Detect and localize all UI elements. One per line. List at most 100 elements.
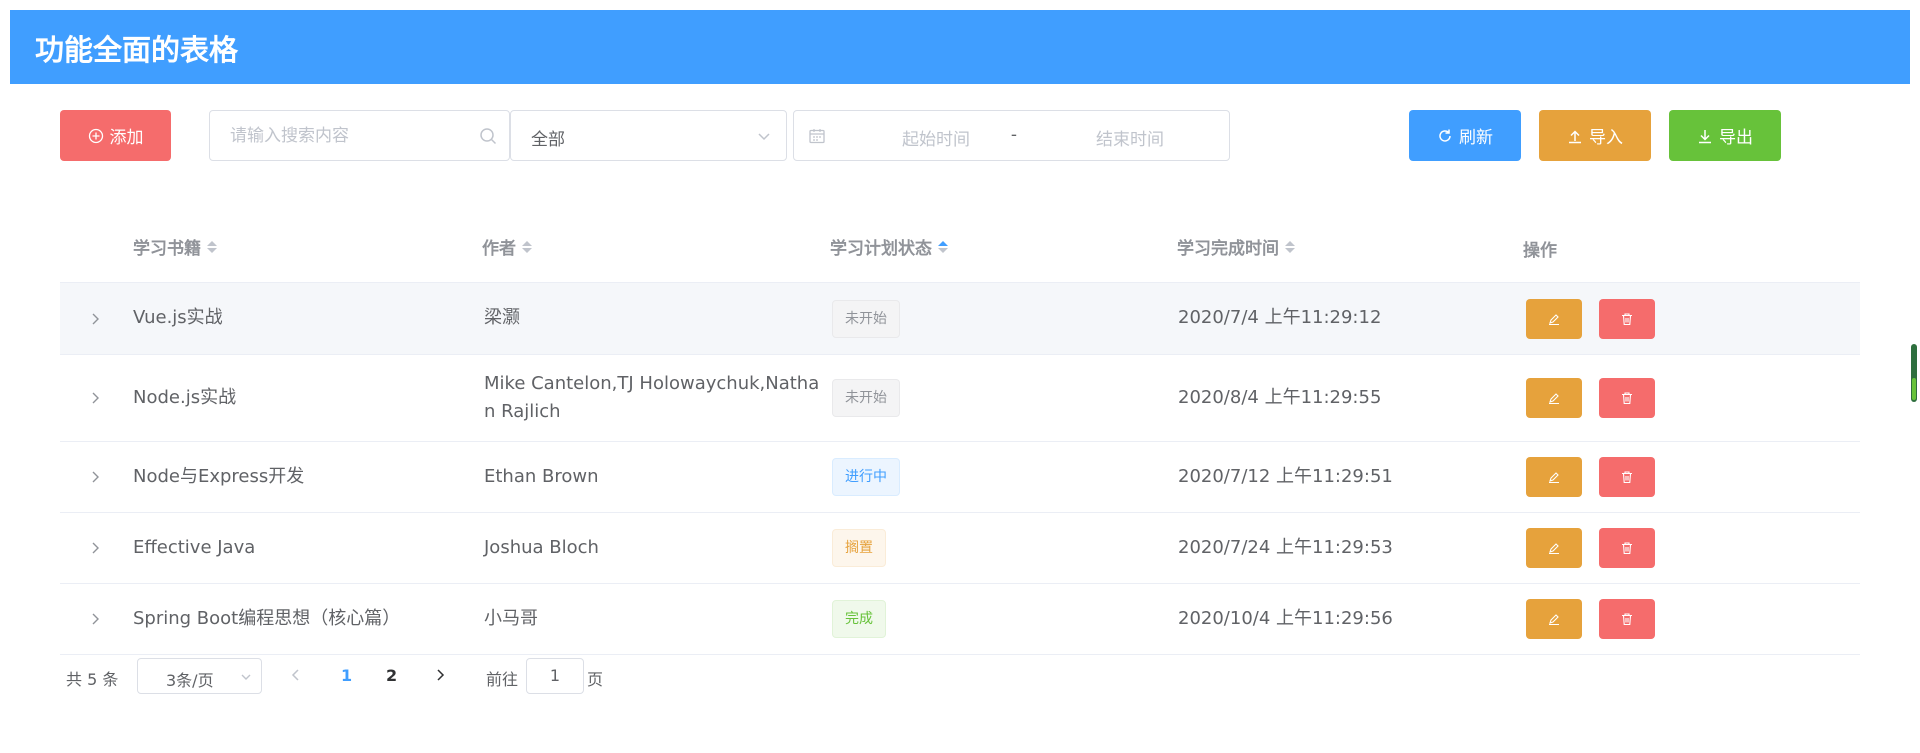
status-select[interactable]: 全部: [510, 110, 787, 161]
edit-icon: [1549, 543, 1559, 555]
finish-time: 2020/7/24 上午11:29:53: [1178, 537, 1393, 558]
table-row[interactable]: Node与Express开发 Ethan Brown 进行中 2020/7/12…: [60, 442, 1860, 513]
search-icon[interactable]: [479, 127, 497, 145]
page-word-label: 页: [587, 670, 604, 689]
delete-button[interactable]: [1599, 599, 1655, 639]
page-number-1[interactable]: 1: [341, 666, 352, 685]
delete-icon: [1622, 613, 1632, 626]
author-line-2: n Rajlich: [484, 401, 561, 422]
column-header-status[interactable]: 学习计划状态: [830, 234, 948, 259]
plus-circle-icon: [88, 128, 103, 143]
edit-icon: [1549, 614, 1559, 626]
refresh-button[interactable]: 刷新: [1409, 110, 1521, 161]
status-badge: 完成: [832, 600, 886, 638]
pagination: 共 5 条 3条/页 1 2 前往 1 页: [60, 658, 860, 694]
table-header: 学习书籍 作者 学习计划状态 学习完成时间 操作: [60, 210, 1860, 283]
delete-icon: [1622, 542, 1632, 555]
sort-icon[interactable]: [938, 240, 948, 253]
next-page-icon[interactable]: [432, 667, 448, 683]
scrollbar-thumb[interactable]: [1912, 378, 1916, 400]
book-title: Effective Java: [133, 537, 256, 558]
page-jump-input[interactable]: 1: [526, 658, 584, 694]
chevron-down-icon: [758, 133, 770, 141]
edit-button[interactable]: [1526, 299, 1582, 339]
finish-time: 2020/7/12 上午11:29:51: [1178, 466, 1393, 487]
edit-button[interactable]: [1526, 528, 1582, 568]
import-button-label: 导入: [1589, 128, 1623, 148]
status-badge: 未开始: [832, 379, 900, 417]
status-badge: 未开始: [832, 300, 900, 338]
edit-button[interactable]: [1526, 378, 1582, 418]
table-row[interactable]: Node.js实战 Mike Cantelon,TJ Holowaychuk,N…: [60, 355, 1860, 442]
prev-page-icon[interactable]: [288, 667, 304, 683]
export-button[interactable]: 导出: [1669, 110, 1781, 161]
goto-label: 前往: [486, 670, 519, 689]
refresh-icon: [1439, 129, 1451, 142]
date-end-input[interactable]: 结束时间: [1070, 125, 1190, 150]
delete-button[interactable]: [1599, 528, 1655, 568]
sort-icon[interactable]: [207, 240, 217, 253]
sort-icon[interactable]: [522, 240, 532, 253]
book-title: Vue.js实战: [133, 307, 223, 328]
delete-button[interactable]: [1599, 299, 1655, 339]
edit-icon: [1549, 314, 1559, 326]
page-size-value: 3条/页: [166, 671, 214, 690]
expand-icon[interactable]: [87, 540, 103, 556]
import-button[interactable]: 导入: [1539, 110, 1651, 161]
expand-icon[interactable]: [87, 469, 103, 485]
upload-icon: [1569, 129, 1581, 143]
author: Ethan Brown: [484, 466, 599, 487]
finish-time: 2020/7/4 上午11:29:12: [1178, 307, 1382, 328]
status-select-value: 全部: [531, 130, 565, 150]
expand-icon[interactable]: [87, 311, 103, 327]
data-table: 学习书籍 作者 学习计划状态 学习完成时间 操作 Vue.js实战 梁灏 未开始…: [60, 210, 1860, 655]
chevron-down-icon: [241, 674, 251, 680]
date-range-picker[interactable]: 起始时间 - 结束时间: [793, 110, 1230, 161]
export-button-label: 导出: [1719, 128, 1753, 148]
delete-icon: [1622, 471, 1632, 484]
edit-button[interactable]: [1526, 457, 1582, 497]
expand-icon[interactable]: [87, 611, 103, 627]
table-row[interactable]: Spring Boot编程思想（核心篇） 小马哥 完成 2020/10/4 上午…: [60, 584, 1860, 655]
column-header-time[interactable]: 学习完成时间: [1177, 234, 1295, 259]
column-header-actions: 操作: [1523, 241, 1557, 261]
edit-icon: [1549, 393, 1559, 405]
column-header-book[interactable]: 学习书籍: [133, 234, 217, 259]
book-title: Node与Express开发: [133, 466, 305, 487]
page-number-2[interactable]: 2: [386, 666, 397, 685]
expand-icon[interactable]: [87, 390, 103, 406]
delete-button[interactable]: [1599, 378, 1655, 418]
add-button[interactable]: 添加: [60, 110, 171, 161]
calendar-icon: [809, 129, 825, 144]
date-separator: -: [1010, 125, 1018, 145]
author: 梁灏: [484, 307, 520, 328]
table-row[interactable]: Effective Java Joshua Bloch 搁置 2020/7/24…: [60, 513, 1860, 584]
search-input[interactable]: [230, 125, 470, 147]
delete-button[interactable]: [1599, 457, 1655, 497]
author: Joshua Bloch: [484, 537, 599, 558]
scrollbar[interactable]: [1911, 344, 1917, 402]
author: 小马哥: [484, 608, 538, 629]
sort-icon[interactable]: [1285, 240, 1295, 253]
date-start-input[interactable]: 起始时间: [876, 125, 996, 150]
table-row[interactable]: Vue.js实战 梁灏 未开始 2020/7/4 上午11:29:12: [60, 283, 1860, 355]
author-line-1: Mike Cantelon,TJ Holowaychuk,Natha: [484, 373, 820, 394]
edit-button[interactable]: [1526, 599, 1582, 639]
delete-icon: [1622, 392, 1632, 405]
toolbar: 添加 全部 起始时间 - 结束时间 刷新 导入 导出: [0, 110, 1920, 161]
search-box[interactable]: [209, 110, 510, 161]
delete-icon: [1622, 313, 1632, 326]
finish-time: 2020/10/4 上午11:29:56: [1178, 608, 1393, 629]
refresh-button-label: 刷新: [1459, 128, 1493, 148]
edit-icon: [1549, 472, 1559, 484]
page-size-select[interactable]: 3条/页: [137, 658, 262, 694]
column-header-author[interactable]: 作者: [482, 234, 532, 259]
status-badge: 进行中: [832, 458, 900, 496]
book-title: Node.js实战: [133, 387, 237, 408]
pagination-total: 共 5 条: [66, 670, 119, 689]
page-title: 功能全面的表格: [35, 33, 239, 67]
page-header: 功能全面的表格: [10, 10, 1910, 84]
add-button-label: 添加: [109, 128, 144, 148]
download-icon: [1699, 129, 1711, 143]
book-title: Spring Boot编程思想（核心篇）: [133, 608, 401, 629]
